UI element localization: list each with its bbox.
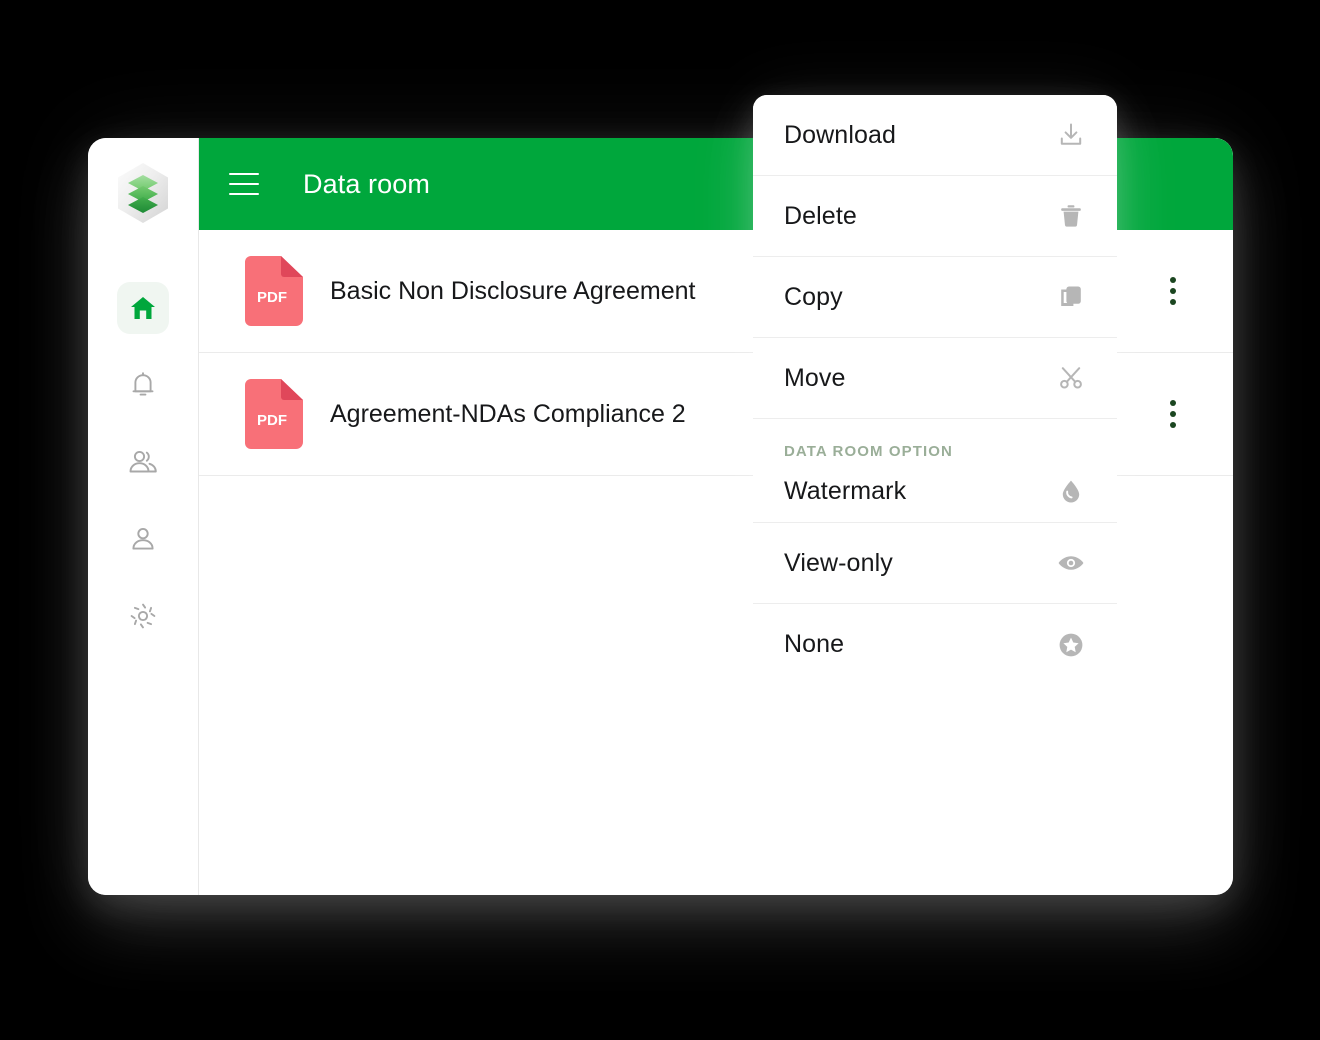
more-vertical-icon [1170,288,1176,294]
sidebar-item-teams[interactable] [117,436,169,488]
scissors-icon [1056,363,1086,393]
more-vertical-icon [1170,411,1176,417]
bell-icon [130,371,156,399]
sidebar-item-profile[interactable] [117,513,169,565]
gear-icon [129,602,157,630]
people-icon [127,449,159,475]
menu-item-label: Download [784,120,896,149]
sidebar-nav [117,282,169,642]
menu-item-label: None [784,630,845,658]
data-room-option-section: DATA ROOM OPTION Watermark [753,419,1117,523]
pdf-file-icon: PDF [245,256,303,326]
menu-item-view-only[interactable]: View-only [753,523,1117,604]
section-title: DATA ROOM OPTION [784,443,953,460]
droplet-icon [1056,476,1086,506]
menu-item-label: View-only [784,548,893,577]
menu-item-delete[interactable]: Delete [753,176,1117,257]
context-menu: Download Delete Copy Move DATA ROOM OPTI… [753,95,1117,685]
hamburger-icon[interactable] [229,173,259,195]
download-icon [1056,120,1086,150]
trash-icon [1056,201,1086,231]
page-title: Data room [303,168,430,199]
svg-text:PDF: PDF [257,289,287,306]
menu-item-label: Move [784,363,846,392]
menu-item-copy[interactable]: Copy [753,257,1117,338]
menu-item-download[interactable]: Download [753,95,1117,176]
sidebar-item-settings[interactable] [117,590,169,642]
menu-item-watermark[interactable]: Watermark [753,460,1117,522]
sidebar [88,138,199,895]
menu-item-move[interactable]: Move [753,338,1117,419]
sidebar-item-notifications[interactable] [117,359,169,411]
menu-item-label: Watermark [784,476,907,505]
home-icon [130,296,156,320]
menu-item-none[interactable]: None [753,604,1117,685]
menu-item-label: Copy [784,282,843,311]
more-vertical-icon [1170,277,1176,283]
person-icon [130,526,156,552]
eye-icon [1056,548,1086,578]
star-circle-icon [1056,630,1086,660]
more-vertical-icon [1170,400,1176,406]
pdf-file-icon: PDF [245,379,303,449]
sidebar-item-home[interactable] [117,282,169,334]
layers-hexagon-logo [115,162,171,224]
row-more-menu-button[interactable] [1153,390,1193,438]
more-vertical-icon [1170,422,1176,428]
menu-item-label: Delete [784,201,857,230]
more-vertical-icon [1170,299,1176,305]
row-more-menu-button[interactable] [1153,267,1193,315]
copy-icon [1056,282,1086,312]
svg-text:PDF: PDF [257,412,287,429]
